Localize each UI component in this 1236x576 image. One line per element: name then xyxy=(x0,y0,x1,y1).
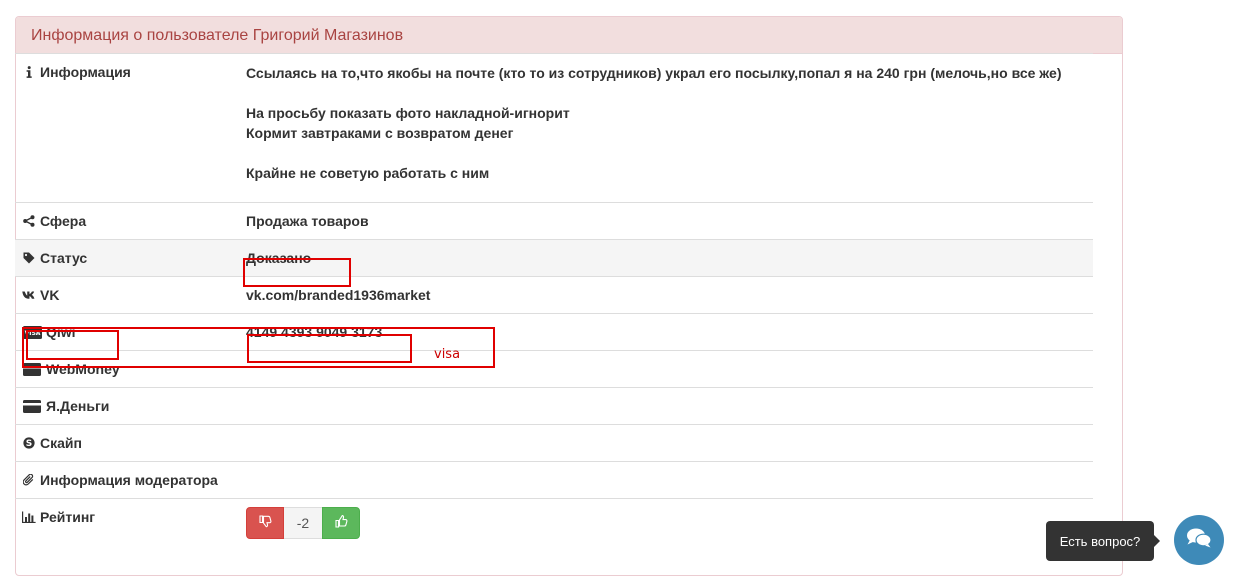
table-row-skype: S Скайп xyxy=(15,424,1093,462)
bar-chart-icon xyxy=(22,510,36,524)
info-line xyxy=(246,83,1093,103)
vk-value: vk.com/branded1936market xyxy=(246,287,431,303)
info-icon xyxy=(22,65,36,79)
info-line: Ссылаясь на то,что якобы на почте (кто т… xyxy=(246,65,1062,81)
visa-card-icon: VISA xyxy=(22,325,42,339)
table-row-sphere: Сфера Продажа товаров xyxy=(15,202,1093,240)
panel-title: Информация о пользователе Григорий Магаз… xyxy=(16,17,1122,54)
tag-icon xyxy=(22,251,36,265)
info-text: Ссылаясь на то,что якобы на почте (кто т… xyxy=(246,54,1093,202)
chat-tooltip: Есть вопрос? xyxy=(1046,521,1154,561)
yandex-label: Я.Деньги xyxy=(46,398,110,414)
webmoney-label: WebMoney xyxy=(46,361,120,377)
table-row-qiwi: VISA Qiwi 4149 4393 9049 3173 xyxy=(15,313,1093,351)
rating-count: -2 xyxy=(284,507,322,539)
tooltip-arrow xyxy=(1154,535,1160,547)
svg-text:VISA: VISA xyxy=(24,330,40,337)
status-value: Доказано xyxy=(246,250,312,266)
rating-label: Рейтинг xyxy=(40,509,96,525)
table-row-webmoney: WebMoney xyxy=(15,350,1093,388)
vk-icon xyxy=(22,288,36,302)
skype-icon: S xyxy=(22,436,36,450)
thumbs-up-icon xyxy=(334,515,348,531)
qiwi-value: 4149 4393 9049 3173 xyxy=(246,324,383,340)
vk-label: VK xyxy=(40,287,60,303)
vote-up-button[interactable] xyxy=(322,507,360,539)
skype-label: Скайп xyxy=(40,435,82,451)
table-row-info: Информация Ссылаясь на то,что якобы на п… xyxy=(15,53,1093,203)
info-line xyxy=(246,143,1093,163)
svg-text:S: S xyxy=(26,439,32,449)
moderator-label: Информация модератора xyxy=(40,472,218,488)
user-info-table: Информация Ссылаясь на то,что якобы на п… xyxy=(15,53,1093,547)
thumbs-down-icon xyxy=(258,515,272,531)
chat-button[interactable] xyxy=(1174,515,1224,565)
share-icon xyxy=(22,214,36,228)
sphere-value: Продажа товаров xyxy=(246,213,369,229)
info-line: На просьбу показать фото накладной-игнор… xyxy=(246,105,570,121)
info-label: Информация xyxy=(40,64,131,80)
visa-annotation: visa xyxy=(434,347,461,362)
credit-card-icon xyxy=(22,399,42,413)
table-row-vk: VK vk.com/branded1936market xyxy=(15,276,1093,314)
table-row-yandex: Я.Деньги xyxy=(15,387,1093,425)
vote-down-button[interactable] xyxy=(246,507,284,539)
info-line: Крайне не советую работать с ним xyxy=(246,165,490,181)
status-label: Статус xyxy=(40,250,88,266)
info-line: Кормит завтраками с возвратом денег xyxy=(246,125,514,141)
chat-bubbles-icon xyxy=(1186,527,1212,554)
table-row-moderator: Информация модератора xyxy=(15,461,1093,499)
credit-card-icon xyxy=(22,362,42,376)
sphere-label: Сфера xyxy=(40,213,87,229)
qiwi-label: Qiwi xyxy=(46,324,76,340)
table-row-status: Статус Доказано xyxy=(15,239,1093,277)
paperclip-icon xyxy=(22,473,36,487)
table-row-rating: Рейтинг -2 xyxy=(15,498,1093,547)
rating-controls: -2 xyxy=(246,507,1093,539)
